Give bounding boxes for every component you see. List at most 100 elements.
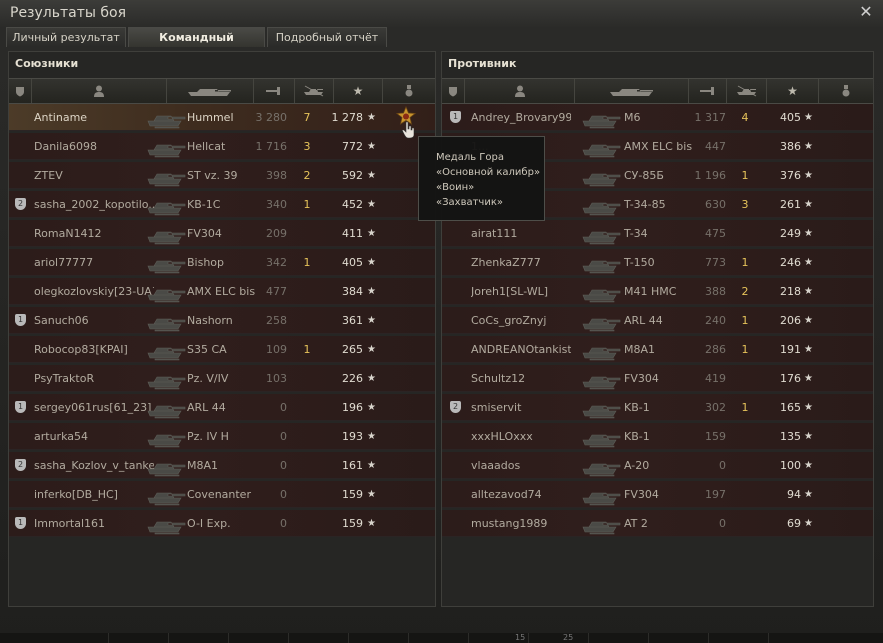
damage-value: 447 xyxy=(705,140,726,153)
tooltip-line: «Основной калибр» xyxy=(436,167,541,178)
table-row[interactable]: xxxHLOxxx KB-1 159 135 ★ xyxy=(442,423,873,450)
tab-detailed-report[interactable]: Подробный отчёт xyxy=(267,27,387,47)
taskbar-slot[interactable] xyxy=(708,633,769,643)
tank-icon xyxy=(147,135,187,158)
tank-icon xyxy=(582,425,622,448)
tank-icon xyxy=(582,251,622,274)
sort-squad-header[interactable] xyxy=(9,79,31,103)
star-icon: ★ xyxy=(367,344,376,355)
xp-value: 405 xyxy=(780,111,801,124)
taskbar-slot[interactable] xyxy=(228,633,289,643)
table-row[interactable]: arturka54 Pz. IV H 0 193 ★ xyxy=(9,423,435,450)
sort-vehicle-header[interactable] xyxy=(574,79,688,103)
tab-team-result[interactable]: Командный результат xyxy=(128,27,265,64)
table-row[interactable]: 1 Andrey_Brovary99... M6 1 317 4 405★ xyxy=(442,104,873,131)
sort-player-header[interactable] xyxy=(31,79,166,103)
table-row[interactable]: alltezavod74 FV304 197 94 ★ xyxy=(442,481,873,508)
sort-vehicle-header[interactable] xyxy=(166,79,253,103)
table-row[interactable]: PsyTraktoR Pz. V/IV 103 226 ★ xyxy=(9,365,435,392)
sort-medals-header[interactable] xyxy=(382,79,435,103)
xp-value: 592 xyxy=(342,169,363,182)
medal-icon xyxy=(842,85,850,97)
table-row[interactable]: Schultz12 FV304 419 176 ★ xyxy=(442,365,873,392)
table-row[interactable]: ANDREANOtankist M8A1 286 1 191 ★ xyxy=(442,336,873,363)
table-row[interactable]: 2 smiservit KB-1 302 1 165 ★ xyxy=(442,394,873,421)
table-row[interactable]: 1 sergey061rus[61_23] ARL 44 0 196 ★ xyxy=(9,394,435,421)
table-row[interactable]: Antiname Hummel 3 280 7 1 278 ★ xyxy=(9,104,435,131)
damage-value: 0 xyxy=(719,517,726,530)
table-row[interactable]: 1 Sanuch06 Nashorn 258 361 ★ xyxy=(9,307,435,334)
taskbar-slot[interactable] xyxy=(168,633,229,643)
kills-value xyxy=(738,423,752,450)
squad-badge-icon: 1 xyxy=(450,111,461,123)
close-icon[interactable]: ✕ xyxy=(857,3,875,21)
table-row[interactable]: vlaaados A-20 0 100 ★ xyxy=(442,452,873,479)
battle-results-window: Результаты боя ✕ Личный результат Команд… xyxy=(0,0,883,643)
medal-tooltip: Медаль Гора «Основной калибр» «Воин» «За… xyxy=(418,136,545,221)
tab-personal-result[interactable]: Личный результат xyxy=(6,27,126,47)
tooltip-line: Медаль Гора xyxy=(436,152,504,163)
taskbar-slot[interactable]: 15 xyxy=(468,633,528,643)
kills-value xyxy=(738,510,752,537)
table-row[interactable]: inferko[DB_HC] Covenanter 0 159 ★ xyxy=(9,481,435,508)
table-row[interactable]: olegkozlovskiy[23-UA] AMX ELC bis 477 384 ★ xyxy=(9,278,435,305)
xp-value: 176 xyxy=(780,372,801,385)
player-name: ZhenkaZ777 xyxy=(471,256,541,269)
tank-icon xyxy=(582,280,622,303)
tank-icon xyxy=(582,222,622,245)
taskbar-slot[interactable] xyxy=(588,633,649,643)
kills-value xyxy=(300,365,314,392)
table-row[interactable]: Robocop83[KPAI] S35 CA 109 1 265 ★ xyxy=(9,336,435,363)
player-name: Joreh1[SL-WL] xyxy=(471,285,549,298)
sort-kills-header[interactable] xyxy=(294,79,333,103)
tank-icon xyxy=(147,454,187,477)
squad-badge-icon: 1 xyxy=(15,517,26,529)
taskbar-slot[interactable] xyxy=(768,633,829,643)
tank-icon xyxy=(147,396,187,419)
table-row[interactable]: Joreh1[SL-WL] M41 HMC 388 2 218 ★ xyxy=(442,278,873,305)
vehicle-name: O-I Exp. xyxy=(187,517,231,530)
table-row[interactable]: 1 Immortal161 O-I Exp. 0 159 ★ xyxy=(9,510,435,537)
sort-medals-header[interactable] xyxy=(818,79,873,103)
taskbar-slot[interactable]: 25 xyxy=(528,633,588,643)
sort-damage-header[interactable] xyxy=(253,79,294,103)
taskbar-slot[interactable] xyxy=(108,633,169,643)
table-row[interactable]: mustang1989 AT 2 0 69 ★ xyxy=(442,510,873,537)
sort-xp-header[interactable]: ★ xyxy=(766,79,818,103)
xp-value: 772 xyxy=(342,140,363,153)
table-row[interactable]: Danila6098 Hellcat 1 716 3 772 ★ xyxy=(9,133,435,160)
table-row[interactable]: RomaN1412 FV304 209 411 ★ xyxy=(9,220,435,247)
tank-icon xyxy=(582,106,622,129)
table-row[interactable]: ariol77777 Bishop 342 1 405 ★ xyxy=(9,249,435,276)
taskbar-slot[interactable] xyxy=(408,633,469,643)
vehicle-name: FV304 xyxy=(624,488,659,501)
taskbar-slot[interactable] xyxy=(288,633,349,643)
taskbar-slot[interactable] xyxy=(648,633,709,643)
damage-value: 258 xyxy=(266,314,287,327)
vehicle-name: AMX ELC bis xyxy=(187,285,256,298)
table-row[interactable]: ZTEV ST vz. 39 398 2 592 ★ xyxy=(9,162,435,189)
table-row[interactable]: CoCs_groZnyj ARL 44 240 1 206 ★ xyxy=(442,307,873,334)
player-name: CoCs_groZnyj xyxy=(471,314,547,327)
sort-kills-header[interactable] xyxy=(726,79,766,103)
sort-player-header[interactable] xyxy=(464,79,574,103)
star-icon: ★ xyxy=(804,460,813,471)
taskbar-slot[interactable] xyxy=(348,633,409,643)
player-name: Immortal161 xyxy=(34,517,106,530)
star-icon: ★ xyxy=(804,170,813,181)
sort-xp-header[interactable]: ★ xyxy=(333,79,382,103)
kills-value: 7 xyxy=(303,111,311,124)
star-icon: ★ xyxy=(367,170,376,181)
table-row[interactable]: 2 sasha_Kozlov_v_tanke M8A1 0 161 ★ xyxy=(9,452,435,479)
xp-value: 376 xyxy=(780,169,801,182)
star-icon: ★ xyxy=(367,257,376,268)
sort-damage-header[interactable] xyxy=(688,79,726,103)
title-bar: Результаты боя ✕ xyxy=(0,0,883,28)
sort-squad-header[interactable] xyxy=(442,79,464,103)
kills-value: 4 xyxy=(741,111,749,124)
table-row[interactable]: ZhenkaZ777 T-150 773 1 246 ★ xyxy=(442,249,873,276)
vehicle-name: Pz. IV H xyxy=(187,430,229,443)
table-row[interactable]: airat111 T-34 475 249 ★ xyxy=(442,220,873,247)
destroyed-tank-icon xyxy=(736,85,756,97)
table-row[interactable]: 2 sasha_2002_kopotilo.. KB-1C 340 1 452 ★ xyxy=(9,191,435,218)
